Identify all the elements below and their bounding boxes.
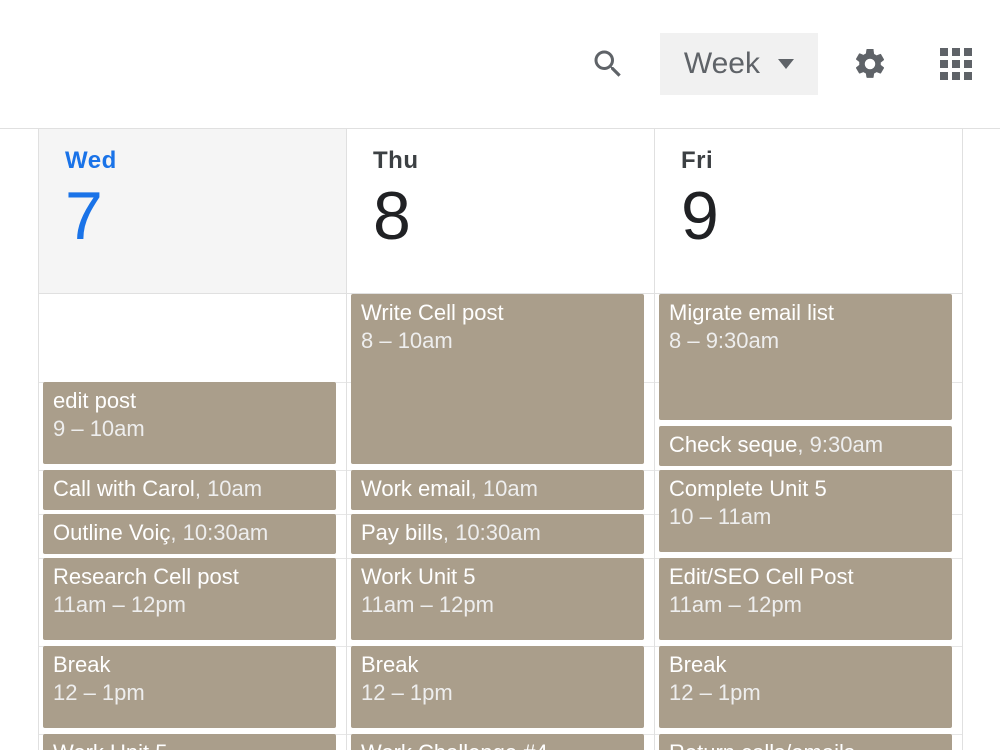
right-gutter [962, 129, 1000, 750]
event-time: 11am – 12pm [669, 591, 942, 619]
calendar-event[interactable]: Break12 – 1pm [43, 646, 336, 728]
calendar-event[interactable]: Research Cell post11am – 12pm [43, 558, 336, 640]
event-time: 10:30am [170, 520, 268, 545]
calendar-event[interactable]: Work Unit 5 [43, 734, 336, 750]
event-title: Break [53, 652, 110, 677]
day-header[interactable]: Fri 9 [655, 129, 962, 294]
search-icon[interactable] [584, 40, 632, 88]
calendar-event[interactable]: Check seque9:30am [659, 426, 952, 466]
event-title: Edit/SEO Cell Post [669, 564, 854, 589]
event-title: Migrate email list [669, 300, 834, 325]
event-title: Pay bills [361, 520, 443, 545]
calendar-event[interactable]: Return calls/emails [659, 734, 952, 750]
day-of-week: Fri [681, 147, 936, 175]
calendar-event[interactable]: Work Unit 511am – 12pm [351, 558, 644, 640]
calendar-event[interactable]: Write Cell post8 – 10am [351, 294, 644, 464]
day-column: Thu 8 Write Cell post8 – 10amWork email1… [346, 129, 654, 750]
event-title: Work Unit 5 [361, 564, 476, 589]
event-title: Work Unit 5 [53, 740, 168, 750]
view-selector-label: Week [684, 47, 760, 81]
day-number: 9 [681, 179, 936, 254]
calendar-event[interactable]: Outline Voiç10:30am [43, 514, 336, 554]
event-title: Call with Carol [53, 476, 195, 501]
event-time: 11am – 12pm [361, 591, 634, 619]
toolbar: Week [0, 0, 1000, 128]
event-title: Break [361, 652, 418, 677]
event-time: 12 – 1pm [669, 679, 942, 707]
event-time: 8 – 10am [361, 327, 634, 355]
event-time: 12 – 1pm [361, 679, 634, 707]
day-header[interactable]: Wed 7 [39, 129, 346, 294]
day-slots[interactable]: edit post9 – 10amCall with Carol10amOutl… [39, 294, 346, 750]
apps-icon[interactable] [932, 40, 980, 88]
calendar-event[interactable]: Pay bills10:30am [351, 514, 644, 554]
calendar-event[interactable]: Work email10am [351, 470, 644, 510]
day-header[interactable]: Thu 8 [347, 129, 654, 294]
left-gutter [0, 129, 38, 750]
calendar-grid: Wed 7 edit post9 – 10amCall with Carol10… [0, 128, 1000, 750]
calendar-event[interactable]: Break12 – 1pm [351, 646, 644, 728]
day-column: Fri 9 Migrate email list8 – 9:30am Check … [654, 129, 962, 750]
event-title: Work email [361, 476, 471, 501]
event-title: Complete Unit 5 [669, 476, 827, 501]
day-of-week: Wed [65, 147, 320, 175]
day-slots[interactable]: Migrate email list8 – 9:30am Check seque9… [655, 294, 962, 750]
day-number: 7 [65, 179, 320, 254]
event-time: 10am [471, 476, 538, 501]
day-column: Wed 7 edit post9 – 10amCall with Carol10… [38, 129, 346, 750]
calendar-event[interactable]: Migrate email list8 – 9:30am [659, 294, 952, 420]
event-title: Check seque [669, 432, 797, 457]
event-title: Return calls/emails [669, 740, 855, 750]
event-time: 9:30am [797, 432, 883, 457]
view-selector[interactable]: Week [660, 33, 818, 95]
calendar-event[interactable]: Complete Unit 510 – 11am [659, 470, 952, 552]
event-title: edit post [53, 388, 136, 413]
event-time: 9 – 10am [53, 415, 326, 443]
event-time: 10 – 11am [669, 503, 942, 531]
day-of-week: Thu [373, 147, 628, 175]
event-title: Research Cell post [53, 564, 239, 589]
gear-icon[interactable] [846, 40, 894, 88]
calendar-event[interactable]: edit post9 – 10am [43, 382, 336, 464]
event-title: Outline Voiç [53, 520, 170, 545]
day-number: 8 [373, 179, 628, 254]
event-time: 8 – 9:30am [669, 327, 942, 355]
event-time: 10am [195, 476, 262, 501]
calendar-event[interactable]: Break12 – 1pm [659, 646, 952, 728]
event-title: Work Challenge #4 [361, 740, 548, 750]
event-title: Break [669, 652, 726, 677]
event-time: 10:30am [443, 520, 541, 545]
calendar-event[interactable]: Work Challenge #4 [351, 734, 644, 750]
chevron-down-icon [778, 59, 794, 69]
event-time: 12 – 1pm [53, 679, 326, 707]
calendar-event[interactable]: Edit/SEO Cell Post11am – 12pm [659, 558, 952, 640]
day-slots[interactable]: Write Cell post8 – 10amWork email10amPay… [347, 294, 654, 750]
event-title: Write Cell post [361, 300, 504, 325]
event-time: 11am – 12pm [53, 591, 326, 619]
calendar-event[interactable]: Call with Carol10am [43, 470, 336, 510]
